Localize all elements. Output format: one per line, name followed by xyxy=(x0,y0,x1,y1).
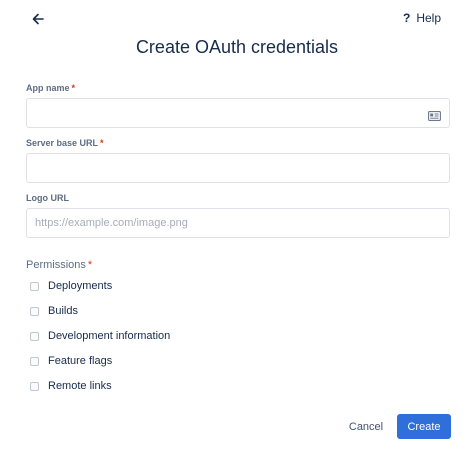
contact-card-icon[interactable] xyxy=(428,108,441,126)
checkbox-label: Remote links xyxy=(48,380,112,392)
app-name-label-text: App name xyxy=(26,83,70,93)
question-mark-icon: ? xyxy=(402,11,411,25)
logo-url-label-text: Logo URL xyxy=(26,193,69,203)
help-link[interactable]: ? Help xyxy=(403,11,441,25)
checkbox-builds[interactable]: Builds xyxy=(30,303,78,319)
required-mark: * xyxy=(71,83,76,93)
checkbox-remote-links[interactable]: Remote links xyxy=(30,378,112,394)
logo-url-input[interactable] xyxy=(27,209,449,237)
checkbox-label: Feature flags xyxy=(48,355,113,367)
page-title: Create OAuth credentials xyxy=(135,37,339,57)
checkbox-box[interactable] xyxy=(30,281,39,291)
permissions-label-text: Permissions xyxy=(26,259,86,271)
checkbox-deployments[interactable]: Deployments xyxy=(30,278,112,294)
server-base-url-label: Server base URL * xyxy=(26,138,104,148)
checkbox-label: Development information xyxy=(48,330,171,342)
checkbox-label: Deployments xyxy=(48,280,113,292)
checkbox-feature-flags[interactable]: Feature flags xyxy=(30,353,112,369)
checkbox-development-information[interactable]: Development information xyxy=(30,328,170,344)
checkbox-box[interactable] xyxy=(30,306,39,316)
checkbox-box[interactable] xyxy=(30,331,39,341)
cancel-button[interactable]: Cancel xyxy=(341,415,391,439)
permissions-label: Permissions * xyxy=(26,259,92,271)
required-mark: * xyxy=(100,138,104,148)
server-base-url-input[interactable] xyxy=(27,154,449,182)
top-bar: ? Help xyxy=(0,0,474,36)
checkbox-box[interactable] xyxy=(30,356,39,366)
create-button[interactable]: Create xyxy=(397,414,451,439)
help-label: Help xyxy=(416,11,441,25)
logo-url-field xyxy=(26,208,450,238)
app-name-label: App name * xyxy=(26,83,75,93)
app-name-input[interactable] xyxy=(27,99,449,127)
arrow-left-icon[interactable] xyxy=(28,9,50,29)
server-base-url-label-text: Server base URL xyxy=(26,138,99,148)
server-base-url-field xyxy=(26,153,450,183)
app-name-field xyxy=(26,98,450,128)
required-mark: * xyxy=(87,259,93,271)
checkbox-box[interactable] xyxy=(30,381,39,391)
logo-url-label: Logo URL xyxy=(26,193,69,203)
checkbox-label: Builds xyxy=(48,305,78,317)
